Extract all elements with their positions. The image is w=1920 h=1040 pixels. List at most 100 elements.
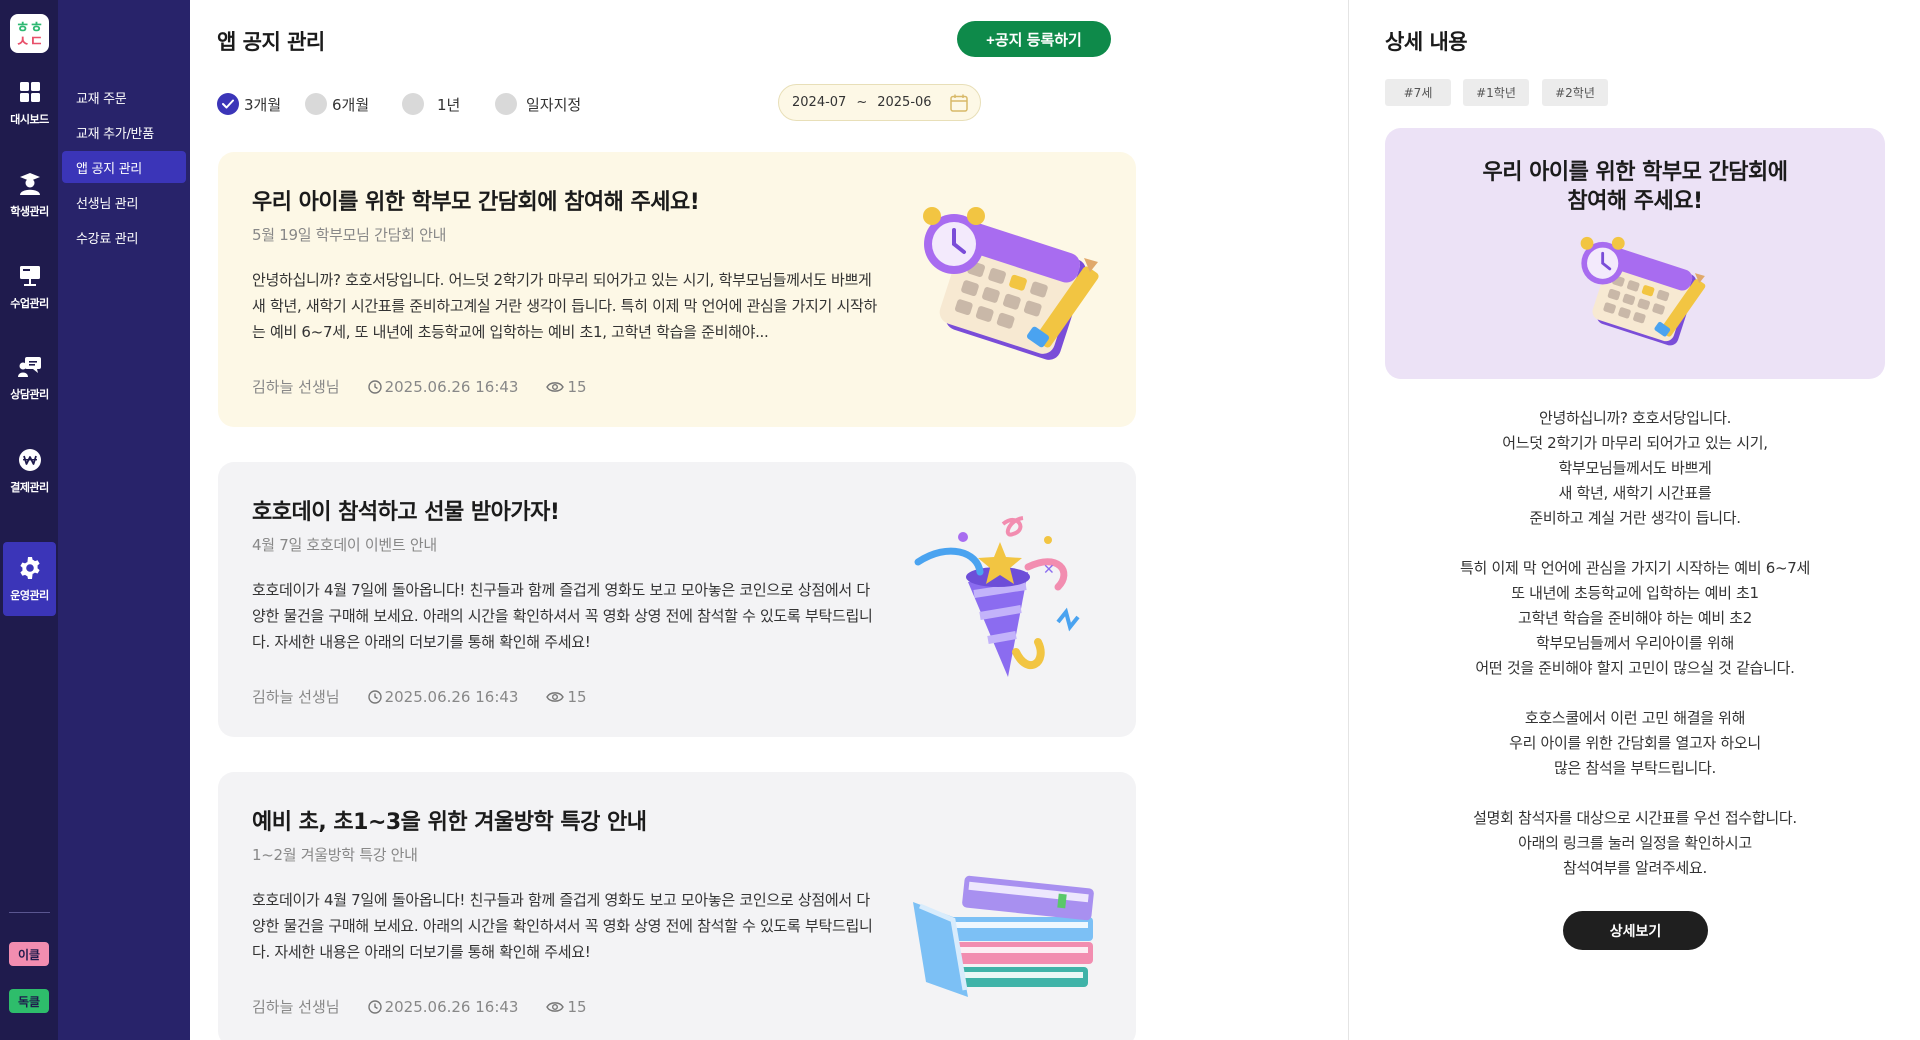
notice-datetime: 2025.06.26 16:43: [384, 997, 519, 1016]
rail-item-payments[interactable]: 결제관리: [3, 434, 56, 508]
notice-datetime: 2025.06.26 16:43: [384, 687, 519, 706]
eye-icon: [546, 1001, 565, 1012]
filter-custom-date[interactable]: 일자지정: [495, 93, 581, 115]
detail-line: 준비하고 계실 거란 생각이 듭니다.: [1529, 509, 1741, 527]
rail-item-classes[interactable]: 수업관리: [3, 250, 56, 324]
detail-line: 호호스쿨에서 이런 고민 해결을 위해: [1524, 709, 1746, 727]
notice-meta: 김하늘 선생님 2025.06.26 16:43 15: [252, 686, 587, 707]
detail-line: 학부모님들께서도 바쁘게: [1558, 459, 1712, 477]
notice-detail-panel: 상세 내용 #7세 #1학년 #2학년 우리 아이를 위한 학부모 간담회에 참…: [1349, 0, 1920, 1040]
books-illustration: [913, 875, 1094, 997]
rail-item-label: 대시보드: [10, 113, 49, 126]
filter-label: 3개월: [244, 95, 282, 114]
radio-unchecked-icon: [495, 93, 517, 115]
counsel-icon: [17, 354, 43, 380]
gear-icon: [17, 555, 43, 581]
clock-icon: [367, 999, 382, 1014]
period-filter: 3개월 6개월 1년 일자지정 2024-07 ~ 2025-06: [217, 84, 1117, 122]
rail-item-students[interactable]: 학생관리: [3, 158, 56, 232]
detail-paragraph: 안녕하십니까? 호호서당입니다. 어느덧 2학기가 마무리 되어가고 있는 시기…: [1385, 406, 1885, 531]
detail-line: 고학년 학습을 준비해야 하는 예비 초2: [1517, 609, 1753, 627]
radio-unchecked-icon: [402, 93, 424, 115]
dashboard-icon: [17, 79, 43, 105]
rail-item-label: 상담관리: [10, 388, 49, 401]
view-detail-button[interactable]: 상세보기: [1563, 911, 1708, 950]
detail-body: 안녕하십니까? 호호서당입니다. 어느덧 2학기가 마무리 되어가고 있는 시기…: [1385, 406, 1885, 906]
detail-line: 많은 참석을 부탁드립니다.: [1554, 759, 1716, 777]
app-root: ㅎㅎ ㅅㄷ 대시보드 학생관리 수업관리 상담관리 결제관리 운영관리 이클 독…: [0, 0, 1920, 1040]
detail-line: 우리 아이를 위한 간담회를 열고자 하오니: [1509, 734, 1761, 752]
filter-label: 1년: [437, 95, 461, 114]
student-icon: [17, 171, 43, 197]
subnav-item-textbook-return[interactable]: 교재 추가/반품: [62, 116, 186, 148]
rail-item-label: 학생관리: [10, 205, 49, 218]
detail-paragraph: 설명회 참석자를 대상으로 시간표를 우선 접수합니다. 아래의 링크를 눌러 …: [1385, 806, 1885, 881]
notice-views: 15: [567, 377, 587, 396]
date-range-picker[interactable]: 2024-07 ~ 2025-06: [778, 84, 981, 121]
brand-tag-eclass[interactable]: 이클: [9, 942, 49, 966]
register-notice-button[interactable]: +공지 등록하기: [957, 21, 1111, 57]
filter-6-months[interactable]: 6개월: [305, 93, 369, 115]
primary-nav-rail: ㅎㅎ ㅅㄷ 대시보드 학생관리 수업관리 상담관리 결제관리 운영관리 이클 독…: [0, 0, 58, 1040]
detail-banner-title: 우리 아이를 위한 학부모 간담회에 참여해 주세요!: [1385, 158, 1885, 216]
notice-title: 우리 아이를 위한 학부모 간담회에 참여해 주세요!: [252, 190, 700, 215]
detail-line: 또 내년에 초등학교에 입학하는 예비 초1: [1511, 584, 1759, 602]
detail-line: 어느덧 2학기가 마무리 되어가고 있는 시기,: [1502, 434, 1768, 452]
notice-title: 호호데이 참석하고 선물 받아가자!: [252, 500, 560, 525]
page-title: 앱 공지 관리: [217, 30, 325, 54]
rail-item-operations[interactable]: 운영관리: [3, 542, 56, 616]
detail-tag: #2학년: [1542, 79, 1608, 106]
rail-item-label: 수업관리: [10, 297, 49, 310]
calendar-illustration: [1580, 236, 1706, 346]
rail-item-counseling[interactable]: 상담관리: [3, 341, 56, 415]
app-logo[interactable]: ㅎㅎ ㅅㄷ: [10, 14, 49, 53]
notice-card[interactable]: 호호데이 참석하고 선물 받아가자! 4월 7일 호호데이 이벤트 안내 호호데…: [218, 462, 1136, 737]
secondary-nav: 교재 주문 교재 추가/반품 앱 공지 관리 선생님 관리 수강료 관리: [58, 0, 190, 1040]
logo-line-2: ㅅㄷ: [15, 31, 44, 50]
filter-label: 6개월: [332, 95, 370, 114]
subnav-item-textbook-order[interactable]: 교재 주문: [62, 81, 186, 113]
notice-author: 김하늘 선생님: [252, 378, 340, 396]
date-range-separator: ~: [856, 95, 868, 110]
notice-author: 김하늘 선생님: [252, 688, 340, 706]
detail-line: 새 학년, 새학기 시간표를: [1558, 484, 1712, 502]
rail-item-dashboard[interactable]: 대시보드: [3, 66, 56, 140]
notice-card[interactable]: 예비 초, 초1~3을 위한 겨울방학 특강 안내 1~2월 겨울방학 특강 안…: [218, 772, 1136, 1040]
eye-icon: [546, 691, 565, 702]
notice-title: 예비 초, 초1~3을 위한 겨울방학 특강 안내: [252, 810, 647, 835]
class-icon: [17, 263, 43, 289]
subnav-item-teacher[interactable]: 선생님 관리: [62, 186, 186, 218]
detail-title: 상세 내용: [1385, 30, 1468, 54]
detail-line: 안녕하십니까? 호호서당입니다.: [1538, 409, 1732, 427]
filter-3-months[interactable]: 3개월: [217, 93, 281, 115]
banner-title-line: 참여해 주세요!: [1567, 189, 1703, 214]
notice-card[interactable]: 우리 아이를 위한 학부모 간담회에 참여해 주세요! 5월 19일 학부모님 …: [218, 152, 1136, 427]
notice-meta: 김하늘 선생님 2025.06.26 16:43 15: [252, 996, 587, 1017]
detail-paragraph: 특히 이제 막 언어에 관심을 가지기 시작하는 예비 6~7세 또 내년에 초…: [1385, 556, 1885, 681]
calendar-illustration: [923, 207, 1099, 360]
subnav-item-app-notice[interactable]: 앱 공지 관리: [62, 151, 186, 183]
notice-views: 15: [567, 997, 587, 1016]
notice-body: 호호데이가 4월 7일에 돌아옵니다! 친구들과 함께 즐겁게 영화도 보고 모…: [252, 581, 873, 651]
detail-line: 어떤 것을 준비해야 할지 고민이 많으실 것 같습니다.: [1475, 659, 1795, 677]
detail-line: 학부모님들께서 우리아이를 위해: [1536, 634, 1734, 652]
detail-banner: 우리 아이를 위한 학부모 간담회에 참여해 주세요!: [1385, 128, 1885, 379]
rail-divider: [9, 912, 50, 913]
notice-subtitle: 1~2월 겨울방학 특강 안내: [252, 846, 418, 864]
rail-item-label: 운영관리: [10, 589, 49, 602]
radio-unchecked-icon: [305, 93, 327, 115]
notice-list-panel: 앱 공지 관리 +공지 등록하기 3개월 6개월 1년 일자지정 2024-07…: [190, 0, 1348, 1040]
subnav-item-tuition[interactable]: 수강료 관리: [62, 221, 186, 253]
notice-datetime: 2025.06.26 16:43: [384, 377, 519, 396]
notice-meta: 김하늘 선생님 2025.06.26 16:43 15: [252, 376, 587, 397]
brand-tag-reading[interactable]: 독클: [9, 989, 49, 1013]
date-range-end: 2025-06: [877, 95, 932, 110]
calendar-icon[interactable]: [949, 93, 969, 117]
detail-tag: #1학년: [1463, 79, 1529, 106]
party-popper-illustration: ✕: [914, 516, 1080, 677]
filter-label: 일자지정: [526, 95, 582, 114]
rail-item-label: 결제관리: [10, 481, 49, 494]
clock-icon: [367, 379, 382, 394]
detail-line: 설명회 참석자를 대상으로 시간표를 우선 접수합니다.: [1473, 809, 1797, 827]
filter-1-year[interactable]: 1년: [402, 93, 460, 115]
